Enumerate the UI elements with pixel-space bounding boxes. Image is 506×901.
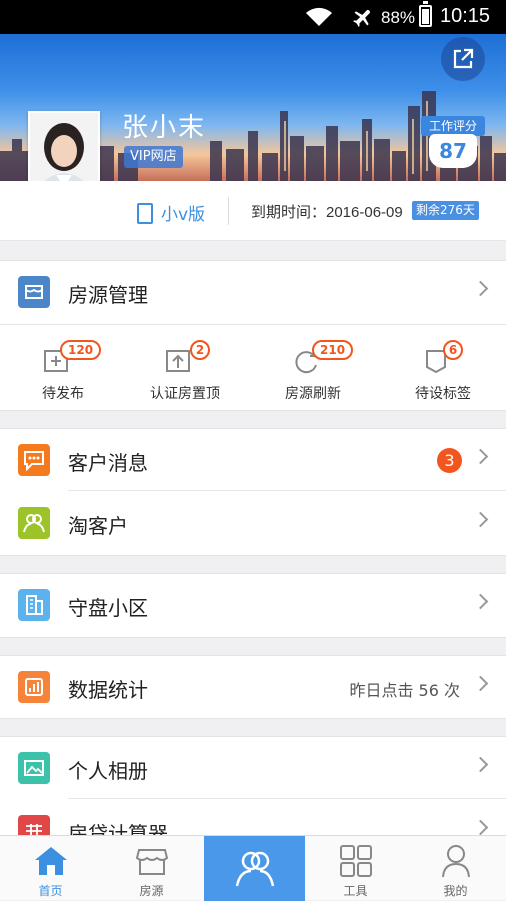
version-button[interactable]: 小v版	[137, 200, 205, 225]
customer-messages-row[interactable]: 客户消息 3	[0, 429, 506, 491]
photo-album-icon	[18, 752, 50, 784]
avatar-photo	[30, 113, 98, 181]
yesterday-clicks: 昨日点击 56 次	[349, 681, 460, 700]
personal-album-label: 个人相册	[68, 759, 148, 783]
chat-icon	[18, 444, 50, 476]
score-value: 87	[429, 134, 477, 168]
work-score[interactable]: 工作评分 87	[421, 116, 485, 178]
status-bar: 88% 10:15	[0, 0, 506, 34]
divider	[68, 798, 506, 799]
chevron-right-icon	[472, 756, 489, 773]
customers-card: 客户消息 3 淘客户	[0, 428, 506, 556]
clock: 10:15	[440, 5, 491, 27]
people-icon	[18, 507, 50, 539]
pending-tags-label: 待设标签	[415, 386, 471, 402]
storefront-icon	[135, 849, 168, 875]
share-icon	[453, 48, 474, 69]
shortcut-refresh[interactable]: 210 房源刷新	[250, 325, 376, 410]
community-card: 守盘小区	[0, 573, 506, 638]
version-label: 小v版	[161, 205, 206, 225]
shortcut-certified-top[interactable]: 2 认证房置顶	[122, 325, 248, 410]
chevron-right-icon	[472, 448, 489, 465]
battery-icon	[419, 1, 432, 27]
tab-tools-label: 工具	[343, 884, 368, 898]
find-customers-row[interactable]: 淘客户	[0, 492, 506, 554]
person-icon	[441, 845, 470, 878]
guarded-community-row[interactable]: 守盘小区	[0, 574, 506, 636]
upload-top-icon	[166, 350, 190, 372]
find-customers-label: 淘客户	[68, 514, 128, 538]
divider	[228, 197, 229, 225]
listings-shortcuts: 120 待发布 2 认证房置顶 210 房源刷新 6 待设标签	[0, 324, 506, 409]
tab-mine-label: 我的	[443, 884, 468, 898]
tab-listings[interactable]: 房源	[101, 836, 202, 901]
avatar[interactable]	[28, 111, 100, 181]
wifi-icon	[306, 7, 332, 27]
building-icon	[18, 589, 50, 621]
tab-listings-label: 房源	[139, 884, 164, 898]
chevron-right-icon	[472, 511, 489, 528]
customer-messages-label: 客户消息	[68, 451, 148, 475]
personal-album-row[interactable]: 个人相册	[0, 737, 506, 799]
chevron-right-icon	[472, 280, 489, 297]
book-icon	[137, 203, 153, 224]
subscription-info: 小v版 到期时间：2016-06-09 剩余276天	[0, 181, 506, 241]
expire-date: 到期时间：2016-06-09	[251, 204, 403, 221]
battery-percent: 88%	[381, 8, 416, 27]
share-button[interactable]	[441, 37, 485, 81]
tools-card: 个人相册 房贷计算器	[0, 736, 506, 847]
chevron-right-icon	[472, 819, 489, 836]
refresh-label: 房源刷新	[285, 386, 341, 402]
chevron-right-icon	[472, 593, 489, 610]
refresh-count: 210	[312, 340, 354, 360]
data-statistics-row[interactable]: 数据统计 昨日点击 56 次	[0, 656, 506, 718]
listings-management-row[interactable]: 房源管理	[0, 261, 506, 323]
pending-publish-label: 待发布	[42, 386, 84, 402]
tab-tools[interactable]: 工具	[305, 836, 406, 901]
tab-home[interactable]: 首页	[0, 836, 101, 901]
unread-badge: 3	[437, 448, 462, 473]
vip-shop-badge[interactable]: VIP网店	[124, 146, 183, 168]
certified-top-count: 2	[190, 340, 210, 360]
pending-tags-count: 6	[443, 340, 463, 360]
bar-chart-icon	[18, 671, 50, 703]
airplane-icon	[353, 9, 371, 27]
profile-header: 张小末 VIP网店 工作评分 87	[0, 34, 506, 181]
divider	[68, 490, 506, 491]
listings-card: 房源管理 120 待发布 2 认证房置顶 210 房源刷新 6 待设标签	[0, 260, 506, 411]
bottom-tab-bar: 首页 房源 工具 我的	[0, 835, 506, 901]
customers-icon	[235, 851, 274, 887]
stats-card: 数据统计 昨日点击 56 次	[0, 655, 506, 719]
shortcut-pending-publish[interactable]: 120 待发布	[0, 325, 126, 410]
house-icon	[18, 276, 50, 308]
tab-home-label: 首页	[38, 884, 63, 898]
guarded-community-label: 守盘小区	[68, 596, 148, 620]
pending-publish-count: 120	[60, 340, 102, 360]
user-name: 张小末	[122, 113, 207, 143]
data-statistics-label: 数据统计	[68, 678, 148, 702]
listings-management-label: 房源管理	[68, 283, 148, 307]
remaining-days-badge: 剩余276天	[412, 201, 479, 220]
shortcut-pending-tags[interactable]: 6 待设标签	[380, 325, 506, 410]
chevron-right-icon	[472, 675, 489, 692]
grid-icon	[339, 845, 372, 877]
home-icon	[34, 847, 67, 875]
tab-mine[interactable]: 我的	[405, 836, 506, 901]
tab-customers-center[interactable]	[204, 836, 305, 901]
score-label: 工作评分	[421, 116, 485, 136]
certified-top-label: 认证房置顶	[150, 386, 220, 402]
